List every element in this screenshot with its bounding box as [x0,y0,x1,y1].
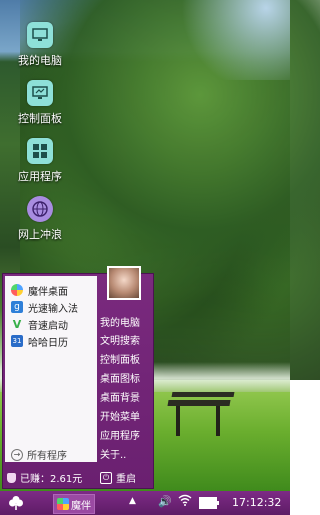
sky [170,0,290,80]
mobao-app-icon [57,498,69,510]
start-menu-pinned-panel: 魔伴桌面 g 光速输入法 V 音速启动 31 哈哈日历 → 所有程序 [5,276,97,462]
globe-icon [27,196,53,222]
menu-link-apps[interactable]: 应用程序 [100,427,140,442]
earnings-status: 已赚：2.61元 [7,470,82,485]
menu-link-search[interactable]: 文明搜索 [100,332,140,347]
calendar-icon: 31 [11,335,23,347]
input-method-icon: g [11,301,23,313]
desktop-icon-browser[interactable]: 网上冲浪 [10,196,70,242]
clock[interactable]: 17:12:32 [232,496,281,509]
desktop-icon-label: 应用程序 [18,170,62,183]
all-programs-label: 所有程序 [27,451,67,462]
pinned-item-label: 魔伴桌面 [28,286,68,298]
desktop-icon-apps[interactable]: 应用程序 [10,138,70,184]
park-bench [167,392,238,442]
volume-icon[interactable]: 🔊 [158,495,172,508]
desktop-icon-label: 我的电脑 [18,54,62,67]
desktop-icon-control-panel[interactable]: 控制面板 [10,80,70,126]
start-menu-footer: 已赚：2.61元 ⏻ 重启 [3,466,153,488]
restart-button[interactable]: ⏻ 重启 [100,470,136,485]
taskbar-item-mobao[interactable]: 魔伴 [53,494,95,514]
desktop-icon-label: 网上冲浪 [18,228,62,241]
pinned-item-label: 哈哈日历 [28,337,68,349]
menu-link-control-panel[interactable]: 控制面板 [100,351,140,366]
quick-launch-icon: V [12,317,22,331]
power-icon: ⏻ [100,471,112,484]
menu-link-start-menu[interactable]: 开始菜单 [100,408,140,423]
menu-link-desktop-icons[interactable]: 桌面图标 [100,370,140,385]
money-bag-icon [7,472,16,483]
taskbar: 魔伴 ▲ 🔊 17:12:32 [0,491,290,515]
mobao-desktop-icon [11,284,23,296]
desktop-icon-label: 控制面板 [18,112,62,125]
menu-link-desktop-background[interactable]: 桌面背景 [100,389,140,404]
computer-icon [27,22,53,48]
avatar[interactable] [107,266,141,300]
pinned-item-label: 音速启动 [28,320,68,332]
menu-link-my-computer[interactable]: 我的电脑 [100,314,140,329]
control-panel-icon [27,80,53,106]
pinned-item-quick-launch[interactable]: V 音速启动 [11,316,68,332]
battery-icon[interactable] [199,497,219,509]
pinned-item-input-method[interactable]: g 光速输入法 [11,299,78,315]
start-clover-icon[interactable] [8,495,24,511]
desktop-icon-my-computer[interactable]: 我的电脑 [10,22,70,68]
earnings-label: 已赚：2.61元 [20,474,83,485]
arrow-right-icon: → [11,448,23,461]
taskbar-item-label: 魔伴 [71,500,91,512]
menu-link-about[interactable]: 关于.. [100,446,126,461]
all-programs-button[interactable]: → 所有程序 [11,447,67,462]
pinned-item-label: 光速输入法 [28,303,78,315]
restart-label: 重启 [116,474,136,485]
pinned-item-mobao-desktop[interactable]: 魔伴桌面 [11,282,68,298]
pinned-item-calendar[interactable]: 31 哈哈日历 [11,333,68,349]
tray-expand-icon[interactable]: ▲ [129,496,136,506]
wifi-icon[interactable] [178,494,192,509]
apps-icon [27,138,53,164]
start-menu: 魔伴桌面 g 光速输入法 V 音速启动 31 哈哈日历 → 所有程序 我的电脑 … [2,266,154,489]
